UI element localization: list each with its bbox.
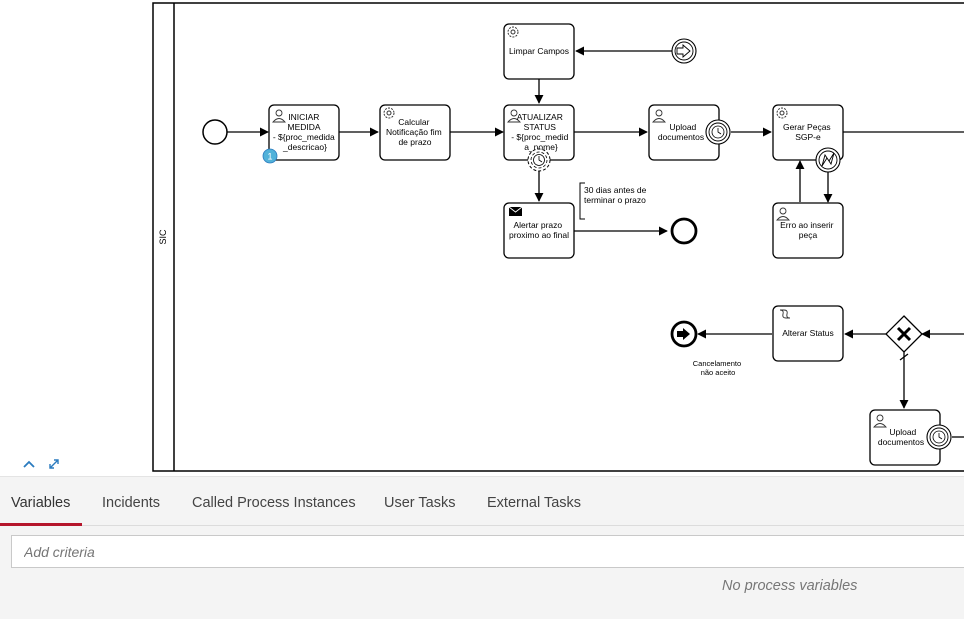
- timer-boundary-event[interactable]: [926, 424, 952, 450]
- task-gerar-pecas[interactable]: Gerar Peças SGP-e: [772, 104, 844, 173]
- envelope-icon: [508, 206, 523, 216]
- error-boundary-event[interactable]: [815, 147, 841, 173]
- task-upload-documentos-2[interactable]: Upload documentos: [869, 409, 952, 466]
- tab-variables[interactable]: Variables: [0, 477, 83, 526]
- collapse-up-icon[interactable]: [22, 457, 40, 475]
- end-event-cancelamento[interactable]: [670, 320, 698, 348]
- add-criteria-input[interactable]: [11, 535, 964, 568]
- task-alterar-status[interactable]: Alterar Status: [772, 305, 844, 362]
- end-event[interactable]: [670, 217, 698, 245]
- tab-incidents[interactable]: Incidents: [102, 477, 160, 525]
- bpmn-diagram: SIC INICIAR MEDIDA - ${proc_medida _desc…: [152, 2, 964, 472]
- task-atualizar-status[interactable]: ATUALIZAR STATUS - ${proc_medid a_nome}: [503, 104, 575, 172]
- task-alertar-prazo[interactable]: Alertar prazo proximo ao final: [503, 202, 575, 259]
- details-panel: Variables Incidents Called Process Insta…: [0, 476, 964, 619]
- lane-label: SIC: [158, 229, 168, 245]
- task-label: Limpar Campos: [509, 46, 569, 56]
- task-label: Alertar prazo proximo ao final: [509, 220, 569, 240]
- svg-text:30 dias antes de termi: 30 dias antes de terminar o prazo: [584, 185, 649, 205]
- timer-boundary-event[interactable]: [705, 119, 731, 145]
- instance-count: 1: [267, 152, 272, 162]
- end-event-label: Cancelamento não aceito: [693, 359, 743, 377]
- expand-fullscreen-icon[interactable]: [47, 457, 65, 475]
- task-calcular-notificacao[interactable]: Calcular Notificação fim de prazo: [379, 104, 451, 161]
- task-erro-inserir-peca[interactable]: Erro ao inserir peça: [772, 202, 844, 259]
- tab-user-tasks[interactable]: User Tasks: [384, 477, 455, 525]
- start-event[interactable]: [202, 119, 228, 145]
- task-iniciar-medida[interactable]: INICIAR MEDIDA - ${proc_medida _descrica…: [262, 104, 340, 164]
- intermediate-signal-event[interactable]: [671, 38, 697, 64]
- bpmn-diagram-canvas[interactable]: SIC INICIAR MEDIDA - ${proc_medida _desc…: [0, 0, 964, 476]
- task-limpar-campos[interactable]: Limpar Campos: [503, 23, 575, 80]
- empty-variables-message: No process variables: [722, 578, 858, 594]
- exclusive-gateway[interactable]: [885, 315, 923, 353]
- tab-external-tasks[interactable]: External Tasks: [487, 477, 581, 525]
- task-label: Alterar Status: [782, 328, 834, 338]
- tab-bar: Variables Incidents Called Process Insta…: [0, 477, 964, 526]
- tab-called-process-instances[interactable]: Called Process Instances: [192, 477, 356, 525]
- task-upload-documentos[interactable]: Upload documentos: [648, 104, 731, 161]
- timer-boundary-event[interactable]: [527, 148, 551, 172]
- text-annotation: 30 dias antes de terminar o prazo: [579, 182, 649, 220]
